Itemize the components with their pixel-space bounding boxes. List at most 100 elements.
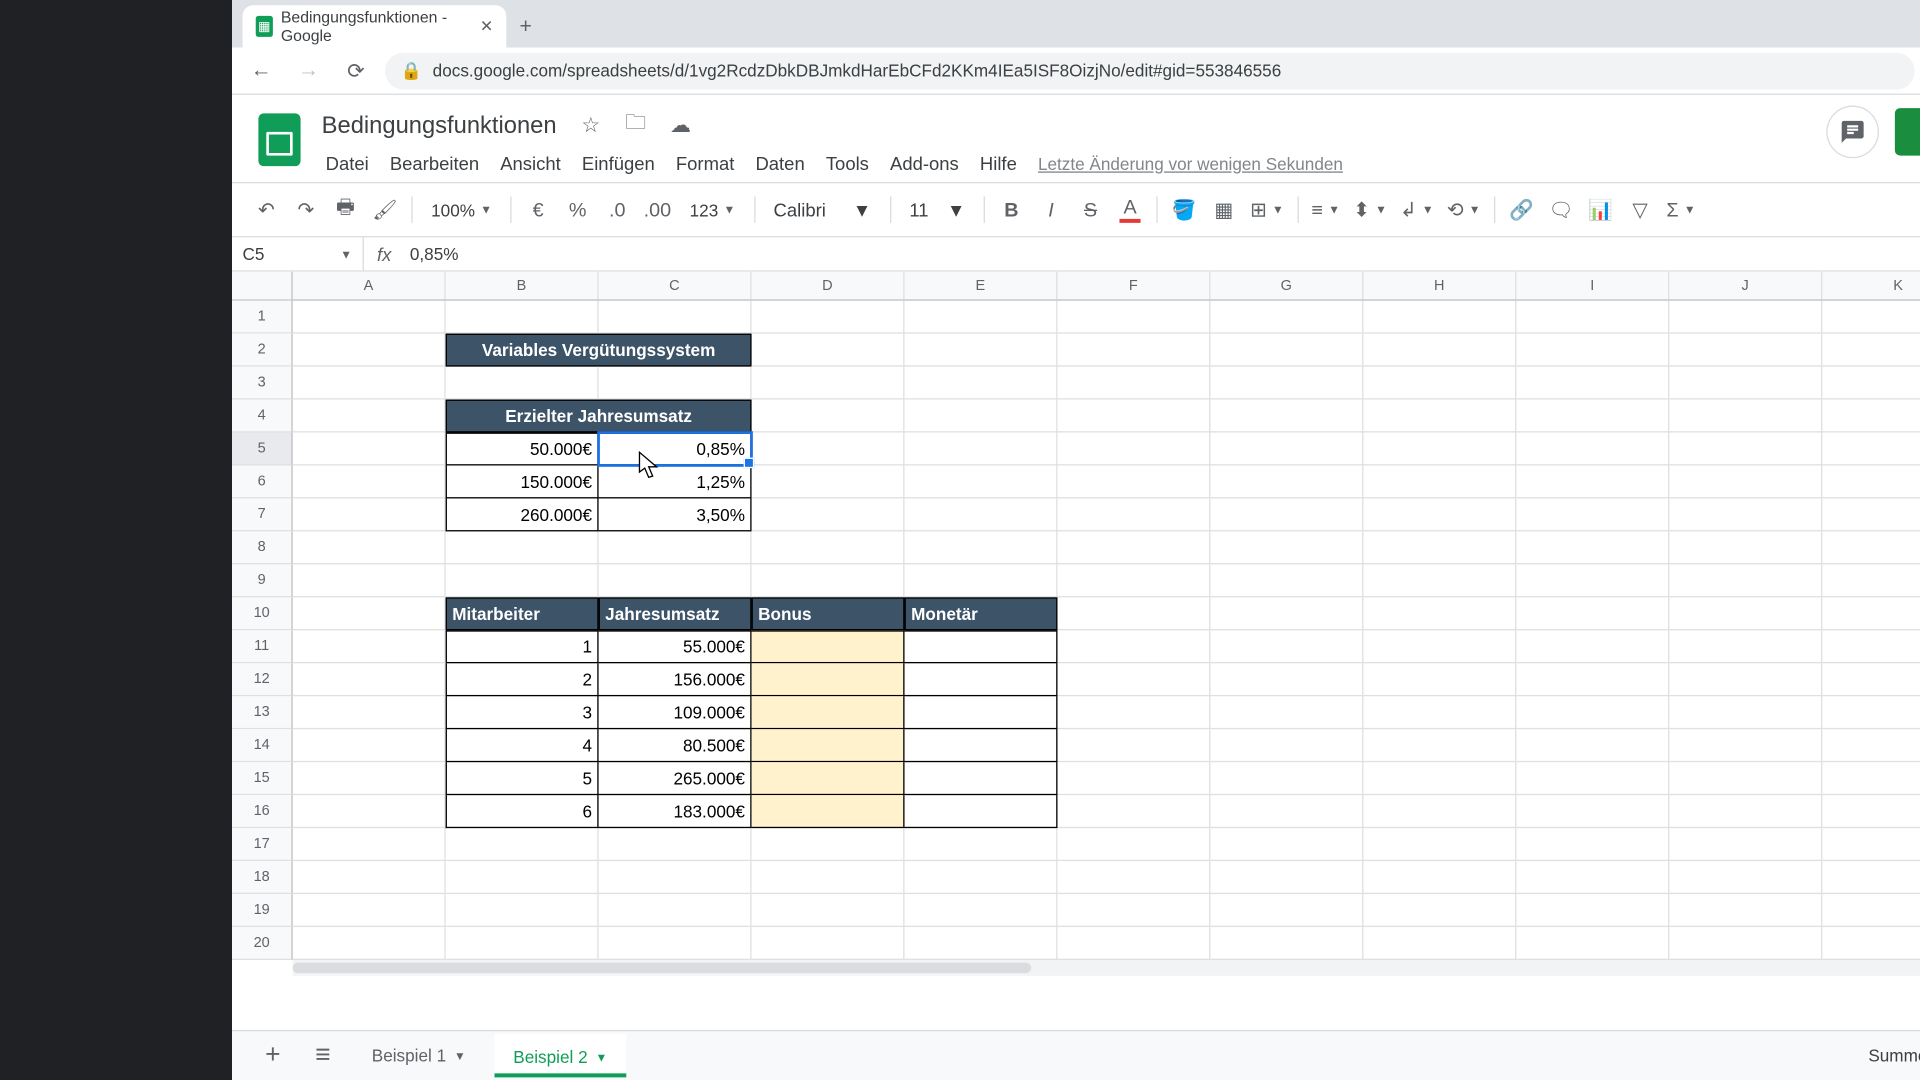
cell-K16[interactable]: [1822, 795, 1920, 828]
menu-bearbeiten[interactable]: Bearbeiten: [381, 148, 489, 180]
cell-H2[interactable]: [1363, 334, 1516, 367]
row-header-5[interactable]: 5: [232, 433, 293, 466]
cell-K4[interactable]: [1822, 400, 1920, 433]
cell-G5[interactable]: [1210, 433, 1363, 466]
cell-B14[interactable]: 4: [446, 729, 599, 762]
cell-K10[interactable]: [1822, 597, 1920, 630]
cell-F9[interactable]: [1057, 564, 1210, 597]
cell-C14[interactable]: 80.500€: [599, 729, 752, 762]
cell-H17[interactable]: [1363, 828, 1516, 861]
cell-F6[interactable]: [1057, 465, 1210, 498]
cell-B11[interactable]: 1: [446, 630, 599, 663]
strikethrough-button[interactable]: S: [1072, 191, 1109, 228]
cell-K7[interactable]: [1822, 498, 1920, 531]
paint-format-button[interactable]: 🖌: [367, 191, 404, 228]
menu-ansicht[interactable]: Ansicht: [491, 148, 570, 180]
cell-D20[interactable]: [752, 927, 905, 960]
cell-G7[interactable]: [1210, 498, 1363, 531]
row-header-18[interactable]: 18: [232, 861, 293, 894]
cell-G6[interactable]: [1210, 465, 1363, 498]
cell-I10[interactable]: [1516, 597, 1669, 630]
cell-D5[interactable]: [752, 433, 905, 466]
cell-C10[interactable]: Jahresumsatz: [599, 597, 752, 630]
cell-A4[interactable]: [293, 400, 446, 433]
font-select[interactable]: Calibri▼: [763, 199, 882, 220]
cell-H10[interactable]: [1363, 597, 1516, 630]
row-header-2[interactable]: 2: [232, 334, 293, 367]
cell-I8[interactable]: [1516, 531, 1669, 564]
cell-H14[interactable]: [1363, 729, 1516, 762]
cell-E1[interactable]: [905, 301, 1058, 334]
cell-I12[interactable]: [1516, 663, 1669, 696]
column-header-E[interactable]: E: [905, 272, 1058, 300]
cell-C12[interactable]: 156.000€: [599, 663, 752, 696]
cell-J13[interactable]: [1669, 696, 1822, 729]
cell-A16[interactable]: [293, 795, 446, 828]
cell-A2[interactable]: [293, 334, 446, 367]
cell-J4[interactable]: [1669, 400, 1822, 433]
cell-E4[interactable]: [905, 400, 1058, 433]
column-header-G[interactable]: G: [1210, 272, 1363, 300]
cell-G8[interactable]: [1210, 531, 1363, 564]
cell-E18[interactable]: [905, 861, 1058, 894]
cell-K17[interactable]: [1822, 828, 1920, 861]
cell-B9[interactable]: [446, 564, 599, 597]
cell-G3[interactable]: [1210, 367, 1363, 400]
cell-J5[interactable]: [1669, 433, 1822, 466]
cell-I1[interactable]: [1516, 301, 1669, 334]
cell-G17[interactable]: [1210, 828, 1363, 861]
cell-J10[interactable]: [1669, 597, 1822, 630]
horizontal-scrollbar[interactable]: [293, 960, 1920, 976]
star-document-icon[interactable]: ☆: [575, 112, 607, 138]
cell-A17[interactable]: [293, 828, 446, 861]
h-align-button[interactable]: ≡▼: [1306, 191, 1345, 228]
menu-tools[interactable]: Tools: [817, 148, 879, 180]
cell-D3[interactable]: [752, 367, 905, 400]
cell-C1[interactable]: [599, 301, 752, 334]
cell-K12[interactable]: [1822, 663, 1920, 696]
cell-A15[interactable]: [293, 762, 446, 795]
row-header-15[interactable]: 15: [232, 762, 293, 795]
cell-K2[interactable]: [1822, 334, 1920, 367]
cell-I9[interactable]: [1516, 564, 1669, 597]
borders-button[interactable]: ▦: [1205, 191, 1242, 228]
back-button[interactable]: ←: [243, 52, 280, 89]
cell-B19[interactable]: [446, 894, 599, 927]
cell-G1[interactable]: [1210, 301, 1363, 334]
cell-F15[interactable]: [1057, 762, 1210, 795]
cell-E17[interactable]: [905, 828, 1058, 861]
cell-B20[interactable]: [446, 927, 599, 960]
menu-addons[interactable]: Add-ons: [881, 148, 968, 180]
row-header-16[interactable]: 16: [232, 795, 293, 828]
row-header-9[interactable]: 9: [232, 564, 293, 597]
cell-D1[interactable]: [752, 301, 905, 334]
filter-button[interactable]: ▽: [1622, 191, 1659, 228]
cell-G12[interactable]: [1210, 663, 1363, 696]
cell-I16[interactable]: [1516, 795, 1669, 828]
cell-A1[interactable]: [293, 301, 446, 334]
row-header-14[interactable]: 14: [232, 729, 293, 762]
forward-button[interactable]: →: [290, 52, 327, 89]
cell-H3[interactable]: [1363, 367, 1516, 400]
column-header-B[interactable]: B: [446, 272, 599, 300]
cell-K14[interactable]: [1822, 729, 1920, 762]
quicksum[interactable]: Summe: 460.000€▼: [1868, 1046, 1920, 1066]
cell-E14[interactable]: [905, 729, 1058, 762]
cell-C7[interactable]: 3,50%: [599, 498, 752, 531]
cell-H11[interactable]: [1363, 630, 1516, 663]
cell-D17[interactable]: [752, 828, 905, 861]
name-box[interactable]: C5 ▼: [232, 237, 364, 270]
row-header-11[interactable]: 11: [232, 630, 293, 663]
menu-datei[interactable]: Datei: [316, 148, 378, 180]
cell-K6[interactable]: [1822, 465, 1920, 498]
cell-F16[interactable]: [1057, 795, 1210, 828]
cell-F3[interactable]: [1057, 367, 1210, 400]
cell-D10[interactable]: Bonus: [752, 597, 905, 630]
cell-I4[interactable]: [1516, 400, 1669, 433]
cell-A10[interactable]: [293, 597, 446, 630]
cell-K3[interactable]: [1822, 367, 1920, 400]
cell-J16[interactable]: [1669, 795, 1822, 828]
cell-F11[interactable]: [1057, 630, 1210, 663]
share-button[interactable]: Freigeben: [1895, 108, 1920, 155]
cell-I6[interactable]: [1516, 465, 1669, 498]
